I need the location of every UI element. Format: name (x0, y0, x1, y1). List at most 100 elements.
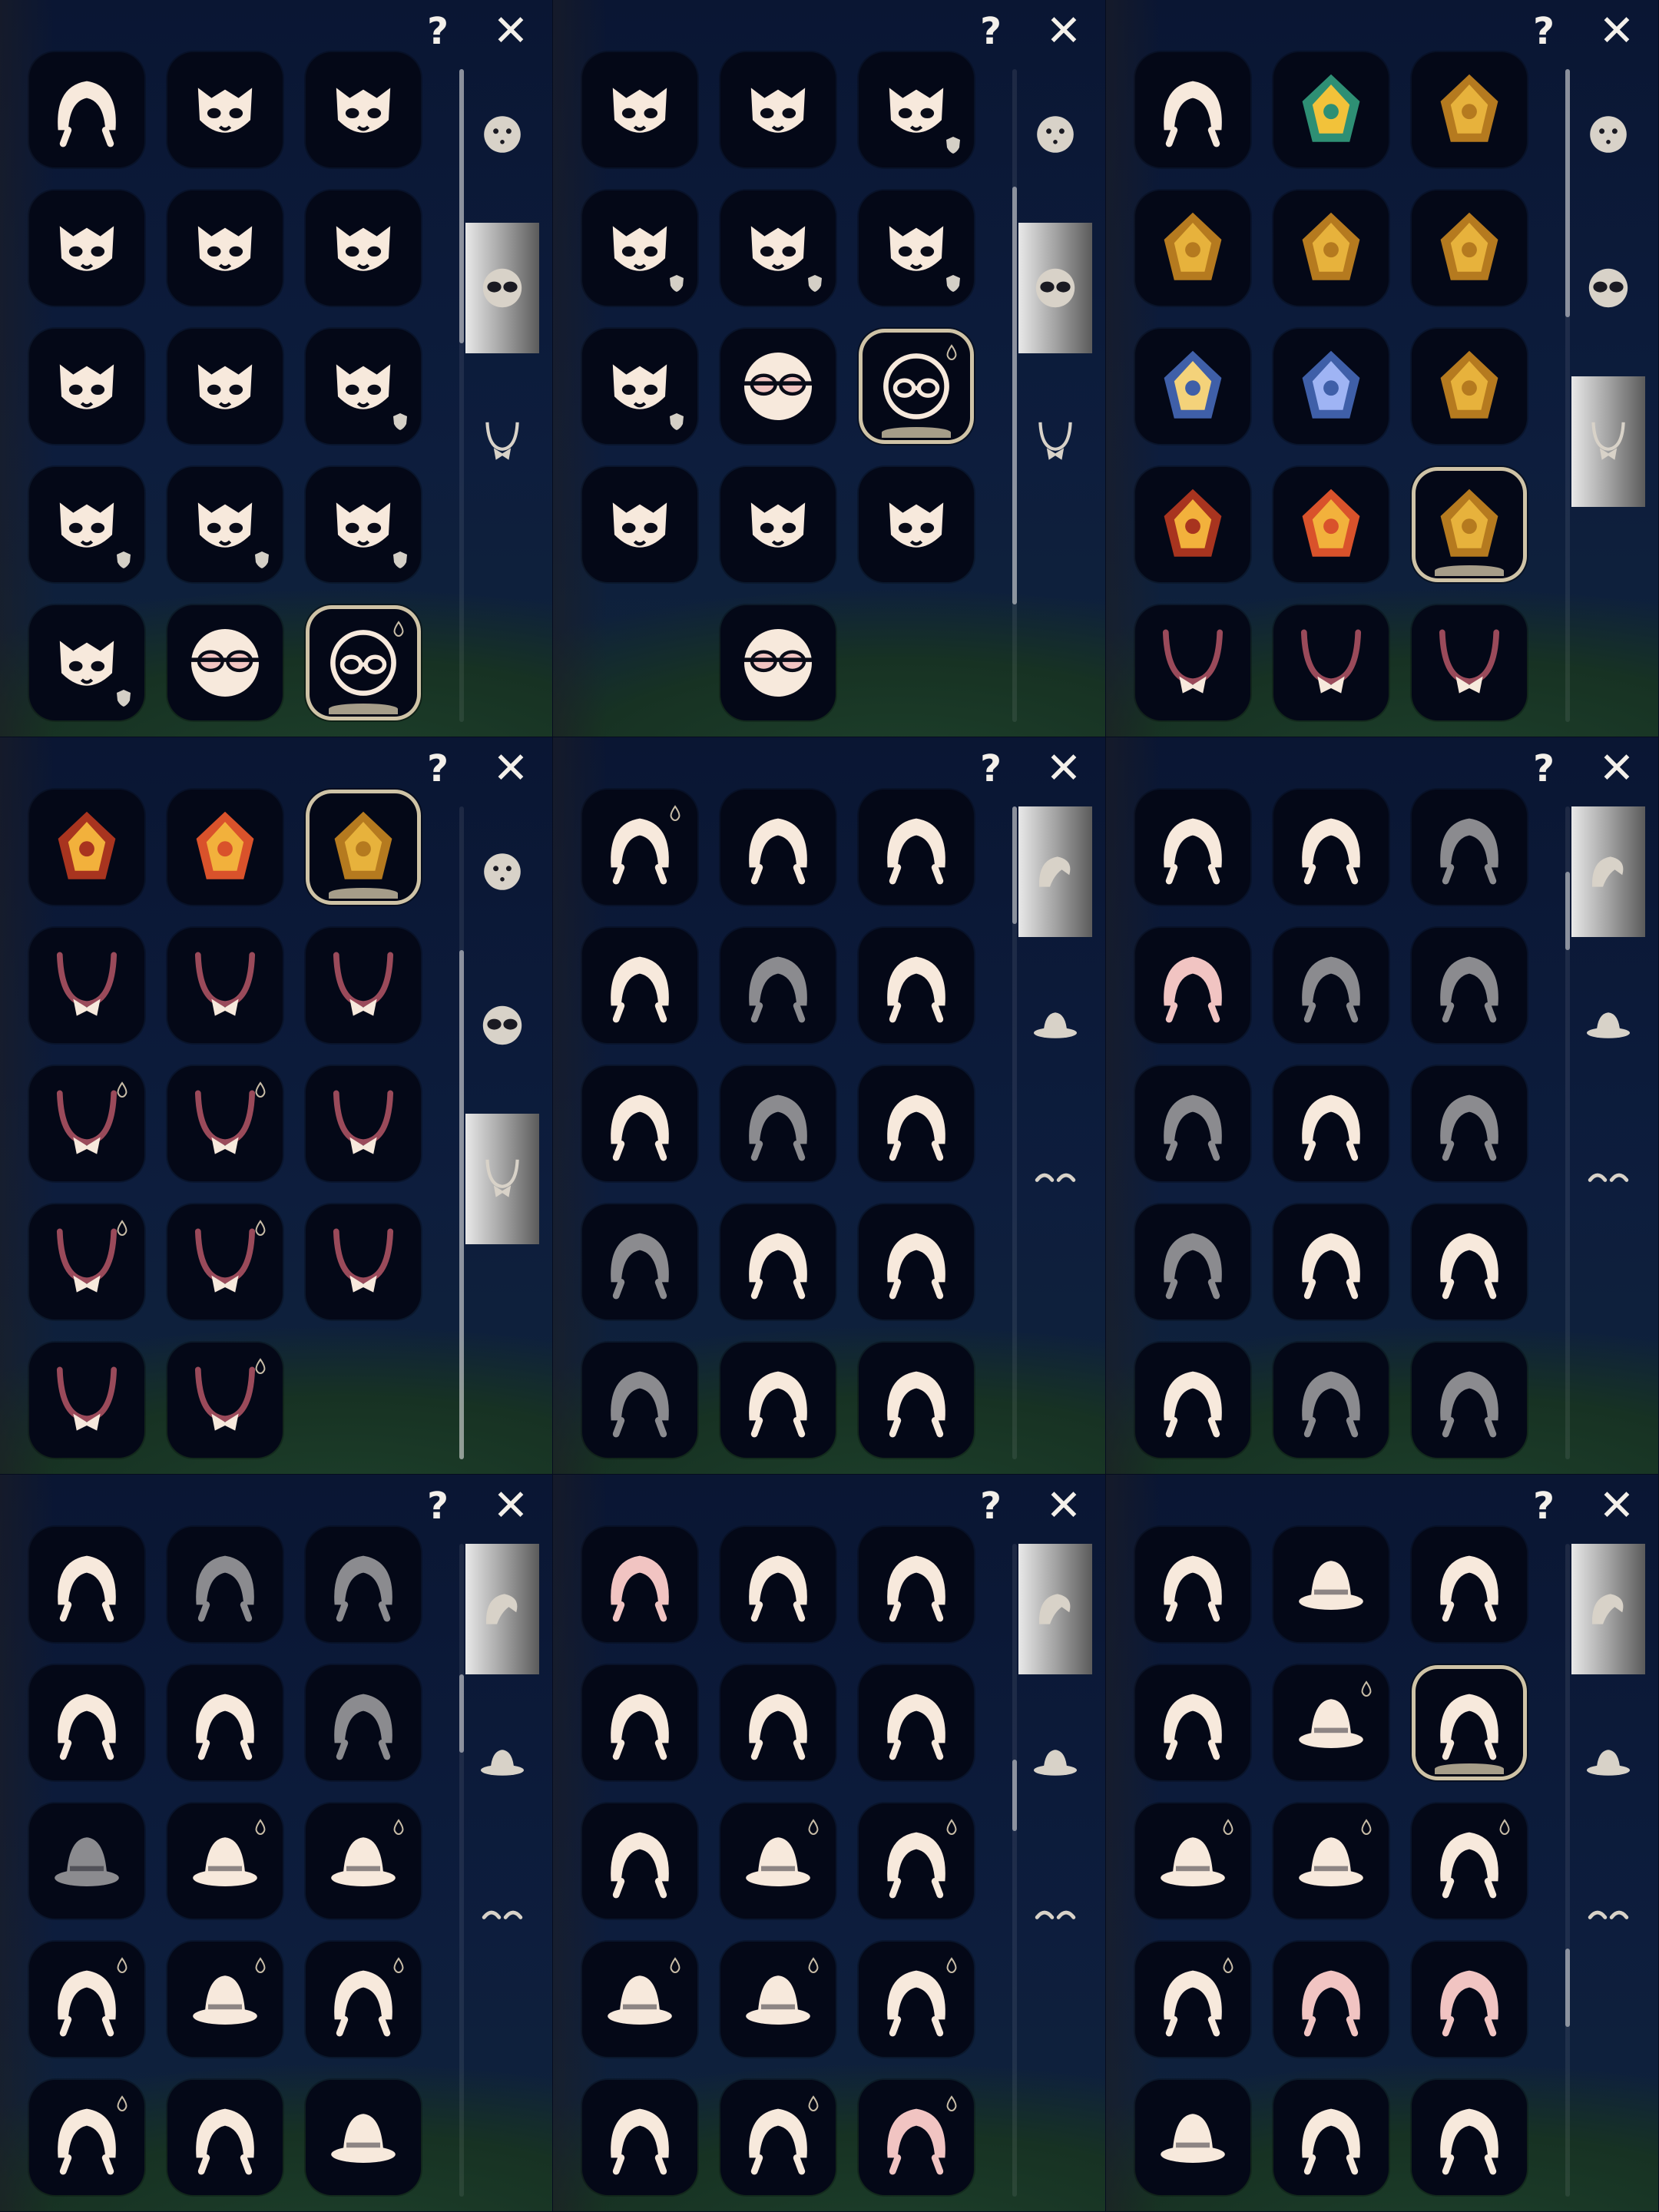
scrollbar-thumb[interactable] (1012, 806, 1017, 924)
item-cell[interactable] (1273, 1803, 1389, 1919)
item-cell[interactable] (1135, 52, 1250, 167)
item-cell[interactable] (167, 467, 283, 582)
item-cell[interactable] (1412, 190, 1527, 306)
tab-hair[interactable] (1571, 806, 1645, 937)
item-cell[interactable] (1273, 790, 1389, 905)
item-cell[interactable] (720, 467, 836, 582)
tab-face[interactable] (465, 806, 539, 937)
close-button[interactable]: ✕ (1037, 5, 1091, 58)
item-cell[interactable] (29, 1803, 144, 1919)
item-cell[interactable] (859, 467, 974, 582)
item-cell[interactable] (1412, 2080, 1527, 2195)
help-button[interactable]: ? (415, 5, 461, 58)
item-cell[interactable] (582, 52, 697, 167)
item-cell[interactable] (859, 190, 974, 306)
tab-horn[interactable] (1571, 1851, 1645, 1982)
close-button[interactable]: ✕ (484, 742, 538, 796)
item-cell[interactable] (306, 2080, 421, 2195)
tab-hat[interactable] (1018, 1697, 1092, 1828)
item-cell[interactable] (167, 1803, 283, 1919)
item-cell[interactable] (306, 605, 421, 720)
item-cell[interactable] (1135, 1665, 1250, 1780)
item-cell[interactable] (720, 1343, 836, 1458)
item-cell[interactable] (29, 1527, 144, 1642)
item-cell[interactable] (720, 1066, 836, 1181)
item-cell[interactable] (859, 1066, 974, 1181)
item-cell[interactable] (306, 1066, 421, 1181)
tab-necklace[interactable] (465, 1114, 539, 1244)
item-cell[interactable] (1135, 190, 1250, 306)
item-cell[interactable] (167, 928, 283, 1043)
item-cell[interactable] (582, 1343, 697, 1458)
item-cell[interactable] (859, 1665, 974, 1780)
item-cell[interactable] (859, 1527, 974, 1642)
item-cell[interactable] (1412, 1066, 1527, 1181)
item-cell[interactable] (1273, 190, 1389, 306)
tab-mask[interactable] (1018, 223, 1092, 353)
item-cell[interactable] (167, 1527, 283, 1642)
item-cell[interactable] (1135, 329, 1250, 444)
item-cell[interactable] (720, 52, 836, 167)
item-cell[interactable] (167, 52, 283, 167)
item-cell[interactable] (1273, 329, 1389, 444)
item-cell[interactable] (1135, 1942, 1250, 2057)
item-cell[interactable] (1273, 1527, 1389, 1642)
item-cell[interactable] (1412, 1343, 1527, 1458)
item-cell[interactable] (29, 52, 144, 167)
scrollbar-thumb[interactable] (1012, 1759, 1017, 1831)
item-cell[interactable] (1135, 2080, 1250, 2195)
item-cell[interactable] (167, 329, 283, 444)
item-cell[interactable] (1412, 1527, 1527, 1642)
scrollbar[interactable] (1012, 69, 1017, 722)
item-cell[interactable] (720, 1665, 836, 1780)
item-cell[interactable] (720, 190, 836, 306)
help-button[interactable]: ? (415, 742, 461, 796)
scrollbar-thumb[interactable] (1565, 872, 1570, 950)
tab-face[interactable] (465, 69, 539, 200)
item-cell[interactable] (1412, 52, 1527, 167)
item-cell[interactable] (859, 329, 974, 444)
item-cell[interactable] (306, 1803, 421, 1919)
item-cell[interactable] (306, 1665, 421, 1780)
item-cell[interactable] (29, 605, 144, 720)
item-cell[interactable] (582, 1942, 697, 2057)
item-cell[interactable] (167, 1665, 283, 1780)
item-cell[interactable] (1273, 52, 1389, 167)
item-cell[interactable] (167, 1343, 283, 1458)
item-cell[interactable] (1412, 928, 1527, 1043)
item-cell[interactable] (167, 1204, 283, 1320)
item-cell[interactable] (1273, 605, 1389, 720)
tab-necklace[interactable] (465, 376, 539, 507)
item-cell[interactable] (582, 928, 697, 1043)
help-button[interactable]: ? (968, 1479, 1014, 1533)
item-cell[interactable] (1135, 790, 1250, 905)
item-cell[interactable] (582, 1204, 697, 1320)
item-cell[interactable] (1135, 928, 1250, 1043)
item-cell[interactable] (29, 1942, 144, 2057)
item-cell[interactable] (720, 790, 836, 905)
close-button[interactable]: ✕ (484, 5, 538, 58)
item-cell[interactable] (582, 1066, 697, 1181)
item-cell[interactable] (1273, 928, 1389, 1043)
item-cell[interactable] (720, 605, 836, 720)
item-cell[interactable] (1273, 1942, 1389, 2057)
tab-horn[interactable] (1018, 1851, 1092, 1982)
close-button[interactable]: ✕ (1590, 1479, 1644, 1533)
tab-hair[interactable] (1018, 806, 1092, 937)
item-cell[interactable] (1273, 1343, 1389, 1458)
item-cell[interactable] (1135, 1803, 1250, 1919)
item-cell[interactable] (167, 190, 283, 306)
tab-hair[interactable] (465, 1544, 539, 1674)
scrollbar-thumb[interactable] (1012, 187, 1017, 604)
tab-hair[interactable] (1018, 1544, 1092, 1674)
item-cell[interactable] (29, 2080, 144, 2195)
item-cell[interactable] (306, 928, 421, 1043)
close-button[interactable]: ✕ (484, 1479, 538, 1533)
scrollbar[interactable] (459, 69, 464, 722)
scrollbar-thumb[interactable] (459, 69, 464, 343)
item-cell[interactable] (167, 1066, 283, 1181)
item-cell[interactable] (1273, 467, 1389, 582)
item-cell[interactable] (582, 1803, 697, 1919)
item-cell[interactable] (582, 467, 697, 582)
tab-horn[interactable] (1571, 1114, 1645, 1244)
